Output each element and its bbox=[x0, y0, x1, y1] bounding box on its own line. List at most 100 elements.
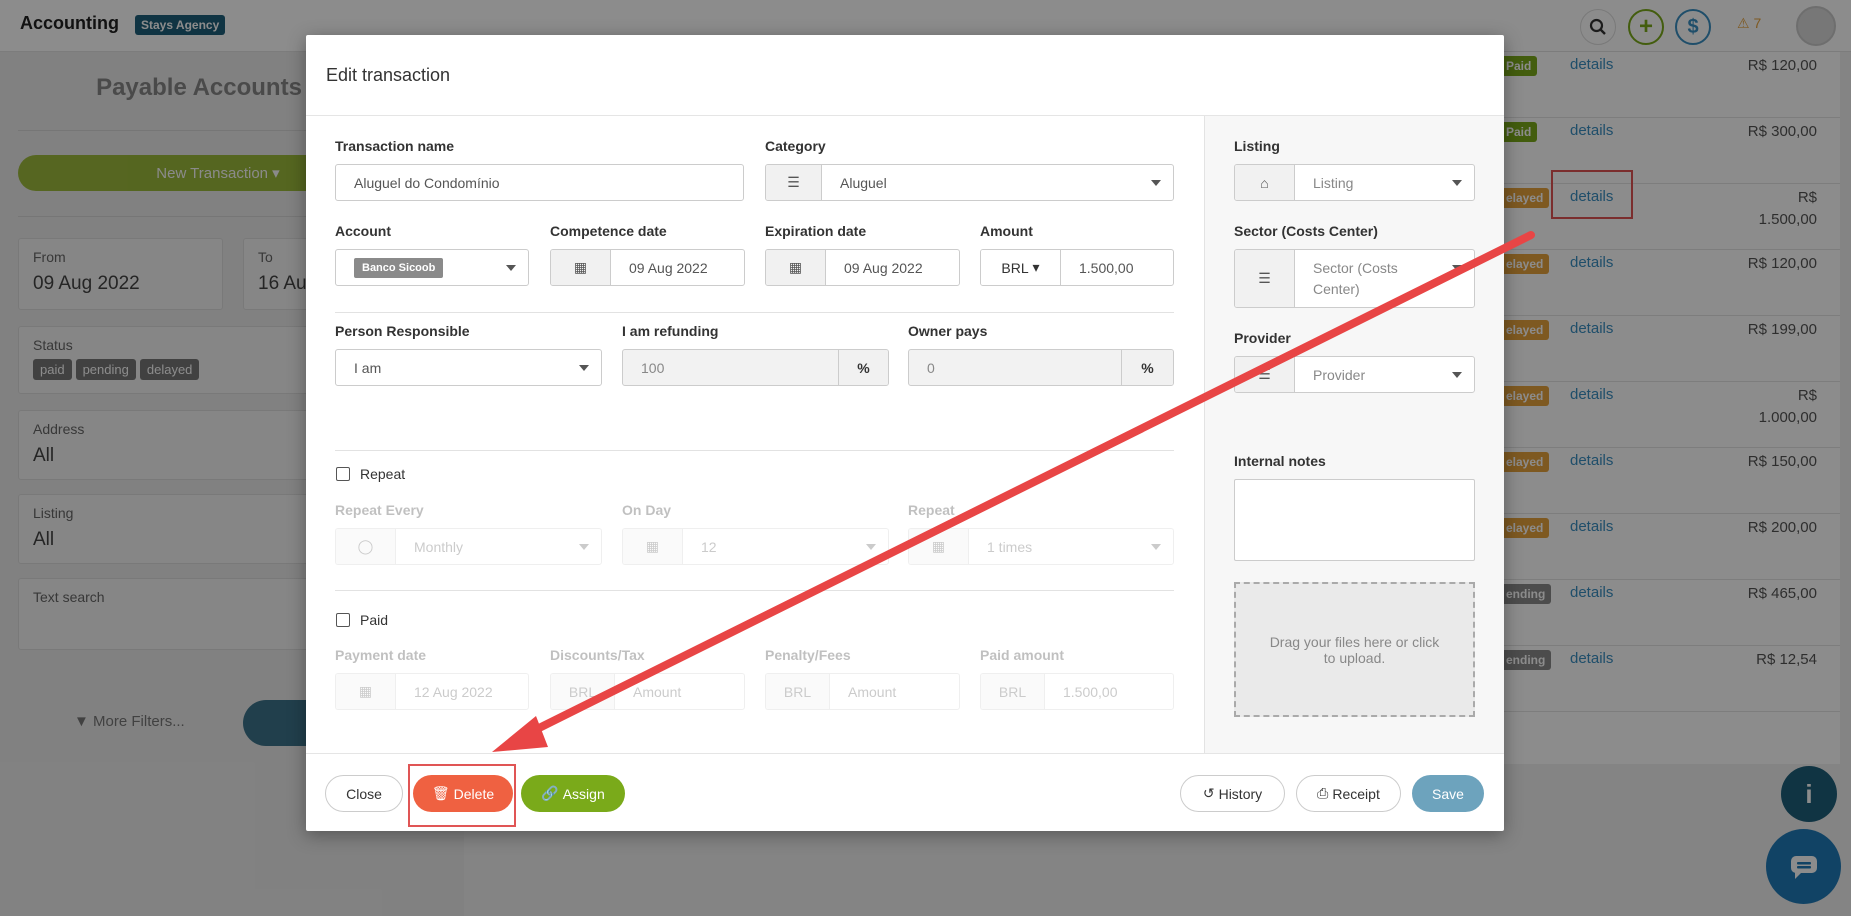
chevron-down-icon bbox=[866, 544, 876, 550]
chevron-down-icon bbox=[579, 365, 589, 371]
refunding-input[interactable]: 100 % bbox=[622, 349, 889, 386]
sector-placeholder: Sector (Costs Center) bbox=[1313, 259, 1398, 297]
discounts-input[interactable]: BRL Amount bbox=[550, 673, 745, 710]
penalty-placeholder: Amount bbox=[848, 683, 897, 700]
assign-button[interactable]: 🔗 Assign bbox=[521, 775, 625, 812]
clock-icon: ◯ bbox=[336, 529, 396, 564]
transaction-name-value: Aluguel do Condomínio bbox=[354, 174, 500, 191]
account-tag: Banco Sicoob bbox=[354, 257, 444, 278]
close-button[interactable]: Close bbox=[325, 775, 403, 812]
penalty-input[interactable]: BRL Amount bbox=[765, 673, 960, 710]
payment-date-label: Payment date bbox=[335, 647, 427, 663]
competence-date-value: 09 Aug 2022 bbox=[629, 259, 708, 276]
repeat-times-value: 1 times bbox=[987, 538, 1033, 555]
repeat-times-label: Repeat bbox=[908, 502, 955, 518]
paid-amount-input[interactable]: BRL 1.500,00 bbox=[980, 673, 1174, 710]
link-icon: 🔗 bbox=[541, 785, 559, 801]
provider-label: Provider bbox=[1234, 330, 1291, 346]
modal-header: Edit transaction bbox=[306, 35, 1504, 116]
internal-notes-textarea[interactable] bbox=[1234, 479, 1475, 561]
person-responsible-select[interactable]: I am bbox=[335, 349, 602, 386]
account-select[interactable]: Banco Sicoob bbox=[335, 249, 529, 286]
calendar-icon: ▦ bbox=[623, 529, 683, 564]
category-value: Aluguel bbox=[840, 174, 887, 191]
amount-input[interactable]: BRL ▾ 1.500,00 bbox=[980, 249, 1174, 286]
owner-pays-label: Owner pays bbox=[908, 323, 988, 339]
sector-label: Sector (Costs Center) bbox=[1234, 223, 1378, 239]
chevron-down-icon bbox=[579, 544, 589, 550]
save-label: Save bbox=[1432, 785, 1464, 802]
currency-select[interactable]: BRL ▾ bbox=[981, 250, 1061, 285]
category-label: Category bbox=[765, 138, 826, 154]
on-day-value: 12 bbox=[701, 538, 717, 555]
print-icon: ⎙ bbox=[1317, 785, 1329, 801]
expiration-date-label: Expiration date bbox=[765, 223, 867, 239]
receipt-button[interactable]: ⎙ Receipt bbox=[1296, 775, 1401, 812]
penalty-currency: BRL bbox=[766, 674, 830, 709]
list-icon: ☰ bbox=[766, 165, 822, 200]
chevron-down-icon bbox=[1452, 180, 1462, 186]
currency-value: BRL bbox=[1001, 259, 1029, 276]
listing-select[interactable]: ⌂ Listing bbox=[1234, 164, 1475, 201]
percent-addon: % bbox=[1121, 350, 1173, 385]
owner-pays-input[interactable]: 0 % bbox=[908, 349, 1174, 386]
list-icon: ☰ bbox=[1235, 357, 1295, 392]
chevron-down-icon bbox=[506, 265, 516, 271]
divider bbox=[335, 590, 1174, 591]
chevron-down-icon bbox=[1151, 180, 1161, 186]
repeat-checkbox[interactable] bbox=[336, 467, 350, 481]
refunding-value: 100 bbox=[641, 359, 665, 376]
competence-date-input[interactable]: ▦ 09 Aug 2022 bbox=[550, 249, 745, 286]
provider-placeholder: Provider bbox=[1313, 366, 1366, 383]
calendar-icon: ▦ bbox=[551, 250, 611, 285]
internal-notes-label: Internal notes bbox=[1234, 453, 1326, 469]
payment-date-input[interactable]: ▦ 12 Aug 2022 bbox=[335, 673, 529, 710]
provider-select[interactable]: ☰ Provider bbox=[1234, 356, 1475, 393]
payment-date-value: 12 Aug 2022 bbox=[414, 683, 493, 700]
paid-amount-currency: BRL bbox=[981, 674, 1045, 709]
person-responsible-label: Person Responsible bbox=[335, 323, 470, 339]
history-icon: ↺ bbox=[1202, 785, 1215, 801]
penalty-label: Penalty/Fees bbox=[765, 647, 851, 663]
history-label: History bbox=[1218, 785, 1263, 802]
dropzone-text: Drag your files here or click to upload. bbox=[1269, 633, 1440, 666]
repeat-times-select[interactable]: ▦ 1 times bbox=[908, 528, 1174, 565]
transaction-name-input[interactable]: Aluguel do Condomínio bbox=[335, 164, 744, 201]
expiration-date-input[interactable]: ▦ 09 Aug 2022 bbox=[765, 249, 960, 286]
repeat-every-select[interactable]: ◯ Monthly bbox=[335, 528, 602, 565]
person-responsible-value: I am bbox=[354, 359, 382, 376]
discounts-currency: BRL bbox=[551, 674, 615, 709]
chevron-down-icon bbox=[1452, 372, 1462, 378]
expiration-date-value: 09 Aug 2022 bbox=[844, 259, 923, 276]
receipt-label: Receipt bbox=[1332, 785, 1380, 802]
repeat-every-value: Monthly bbox=[414, 538, 464, 555]
transaction-name-label: Transaction name bbox=[335, 138, 455, 154]
save-button[interactable]: Save bbox=[1412, 775, 1484, 812]
home-icon: ⌂ bbox=[1235, 165, 1295, 200]
owner-pays-value: 0 bbox=[927, 359, 935, 376]
listing-label: Listing bbox=[1234, 138, 1280, 154]
assign-label: Assign bbox=[562, 785, 605, 802]
modal-title: Edit transaction bbox=[326, 65, 451, 85]
sector-select[interactable]: ☰ Sector (Costs Center) bbox=[1234, 249, 1475, 308]
caret-down-icon: ▾ bbox=[1032, 259, 1040, 275]
chevron-down-icon bbox=[1151, 544, 1161, 550]
file-upload-dropzone[interactable]: Drag your files here or click to upload. bbox=[1234, 582, 1475, 717]
paid-checkbox[interactable] bbox=[336, 613, 350, 627]
on-day-select[interactable]: ▦ 12 bbox=[622, 528, 889, 565]
account-label: Account bbox=[335, 223, 391, 239]
paid-label: Paid bbox=[360, 612, 389, 628]
edit-transaction-modal: Edit transaction Transaction name Alugue… bbox=[306, 35, 1504, 831]
amount-value: 1.500,00 bbox=[1079, 259, 1134, 276]
calendar-icon: ▦ bbox=[909, 529, 969, 564]
percent-addon: % bbox=[838, 350, 888, 385]
chevron-down-icon bbox=[1452, 265, 1462, 271]
calendar-icon: ▦ bbox=[766, 250, 826, 285]
divider bbox=[335, 450, 1174, 451]
competence-date-label: Competence date bbox=[550, 223, 667, 239]
category-select[interactable]: ☰ Aluguel bbox=[765, 164, 1174, 201]
discounts-placeholder: Amount bbox=[633, 683, 682, 700]
history-button[interactable]: ↺ History bbox=[1180, 775, 1285, 812]
calendar-icon: ▦ bbox=[336, 674, 396, 709]
close-label: Close bbox=[346, 785, 382, 802]
